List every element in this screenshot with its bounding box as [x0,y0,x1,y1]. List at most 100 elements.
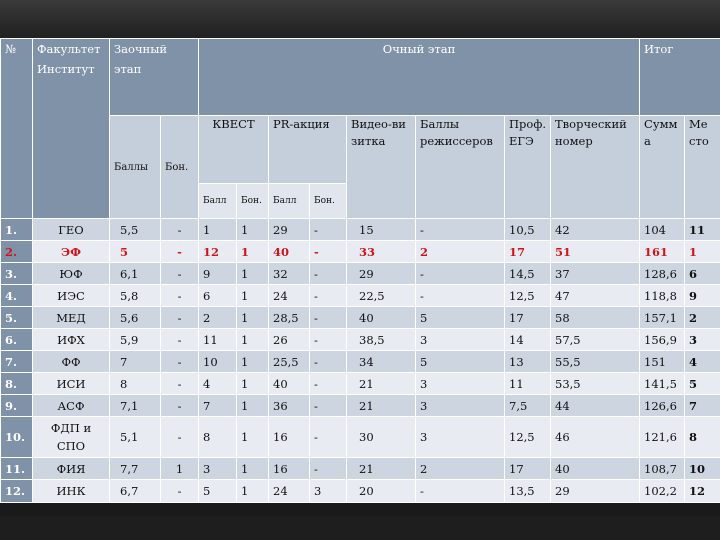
cell-zbon: - [159,306,200,329]
cell-s: 161 [639,240,686,263]
cell-zb: 5,8 [109,284,161,307]
cell-p: 12,5 [504,416,552,458]
cell-kbon: 1 [236,262,270,285]
cell-kb: 9 [198,262,238,285]
cell-zbon: - [159,262,200,285]
cell-m: 3 [684,328,720,351]
cell-p: 13 [504,350,552,373]
cell-m: 7 [684,394,720,417]
cell-p: 7,5 [504,394,552,417]
cell-f: МЕД [32,306,110,329]
cell-n: 2. [0,240,33,263]
cell-n: 12. [0,479,33,503]
table-row: 12. ИНК 6,7-5 1 24 3 20-13,5 29 102,2 12 [0,479,720,503]
cell-f: ФИЯ [32,457,110,480]
cell-pb: 32 [268,262,311,285]
cell-v: 33 [346,240,417,263]
cell-kbon: 1 [236,306,270,329]
cell-zbon: - [159,350,200,373]
results-table: № Факультет Институт Заочный этап Очный … [0,38,720,503]
cell-pbon: - [309,416,348,458]
cell-kbon: 1 [236,328,270,351]
cell-zb: 5,5 [109,218,161,241]
header-mesto: Ме сто [684,115,720,219]
slide-bottom-bar [0,516,720,540]
cell-s: 118,8 [639,284,686,307]
cell-d: - [415,262,506,285]
cell-d: - [415,284,506,307]
table-row: 9. АСФ 7,1-7 1 36-21 3 7,5 44 126,6 7 [0,394,720,417]
cell-d: - [415,479,506,503]
cell-s: 102,2 [639,479,686,503]
cell-f: ГЕО [32,218,110,241]
header-kvest-bon: Бон. [236,183,270,219]
cell-m: 5 [684,372,720,395]
cell-s: 108,7 [639,457,686,480]
cell-t: 42 [550,218,641,241]
cell-s: 126,6 [639,394,686,417]
cell-s: 151 [639,350,686,373]
cell-s: 121,6 [639,416,686,458]
header-pr: PR-акция [268,115,348,184]
table-row: 3. ЮФ 6,1-9 1 32-29-14,5 37 128,6 6 [0,262,720,285]
cell-f: ЮФ [32,262,110,285]
cell-f: ИЭС [32,284,110,307]
cell-zb: 5 [109,240,161,263]
table-row: 5. МЕД 5,6-2 1 28,5-40 5 17 58 157,1 2 [0,306,720,329]
header-kvest-ball: Балл [198,183,238,219]
cell-s: 128,6 [639,262,686,285]
cell-p: 17 [504,457,552,480]
cell-pb: 28,5 [268,306,311,329]
cell-v: 20 [346,479,417,503]
cell-f: ФФ [32,350,110,373]
cell-t: 53,5 [550,372,641,395]
cell-pbon: - [309,284,348,307]
cell-v: 40 [346,306,417,329]
header-pr-ball: Балл [268,183,311,219]
cell-kb: 2 [198,306,238,329]
cell-pb: 24 [268,479,311,503]
cell-n: 8. [0,372,33,395]
cell-v: 21 [346,372,417,395]
cell-zbon: - [159,416,200,458]
cell-kbon: 1 [236,284,270,307]
cell-v: 30 [346,416,417,458]
cell-d: 5 [415,306,506,329]
cell-zb: 5,9 [109,328,161,351]
cell-d: 3 [415,416,506,458]
cell-m: 1 [684,240,720,263]
cell-v: 29 [346,262,417,285]
cell-t: 46 [550,416,641,458]
cell-pb: 29 [268,218,311,241]
cell-n: 6. [0,328,33,351]
cell-n: 7. [0,350,33,373]
cell-p: 17 [504,306,552,329]
cell-v: 34 [346,350,417,373]
table-row: 11. ФИЯ 7,7 1 3 1 16-21 2 17 40 108,7 10 [0,457,720,480]
cell-zbon: 1 [159,457,200,480]
cell-kb: 1 [198,218,238,241]
cell-zb: 7 [109,350,161,373]
cell-m: 4 [684,350,720,373]
cell-zb: 6,1 [109,262,161,285]
cell-s: 157,1 [639,306,686,329]
cell-pbon: 3 [309,479,348,503]
cell-n: 10. [0,416,33,458]
cell-zb: 5,1 [109,416,161,458]
cell-zbon: - [159,372,200,395]
cell-t: 58 [550,306,641,329]
cell-kb: 6 [198,284,238,307]
cell-kb: 5 [198,479,238,503]
cell-m: 2 [684,306,720,329]
cell-pbon: - [309,218,348,241]
cell-v: 21 [346,457,417,480]
cell-v: 21 [346,394,417,417]
cell-m: 10 [684,457,720,480]
header-tvorch: Творческий номер [550,115,641,219]
cell-p: 11 [504,372,552,395]
cell-p: 14 [504,328,552,351]
cell-f: ЭФ [32,240,110,263]
header-num: № [0,38,33,219]
header-prof: Проф. ЕГЭ [504,115,552,219]
cell-pb: 25,5 [268,350,311,373]
